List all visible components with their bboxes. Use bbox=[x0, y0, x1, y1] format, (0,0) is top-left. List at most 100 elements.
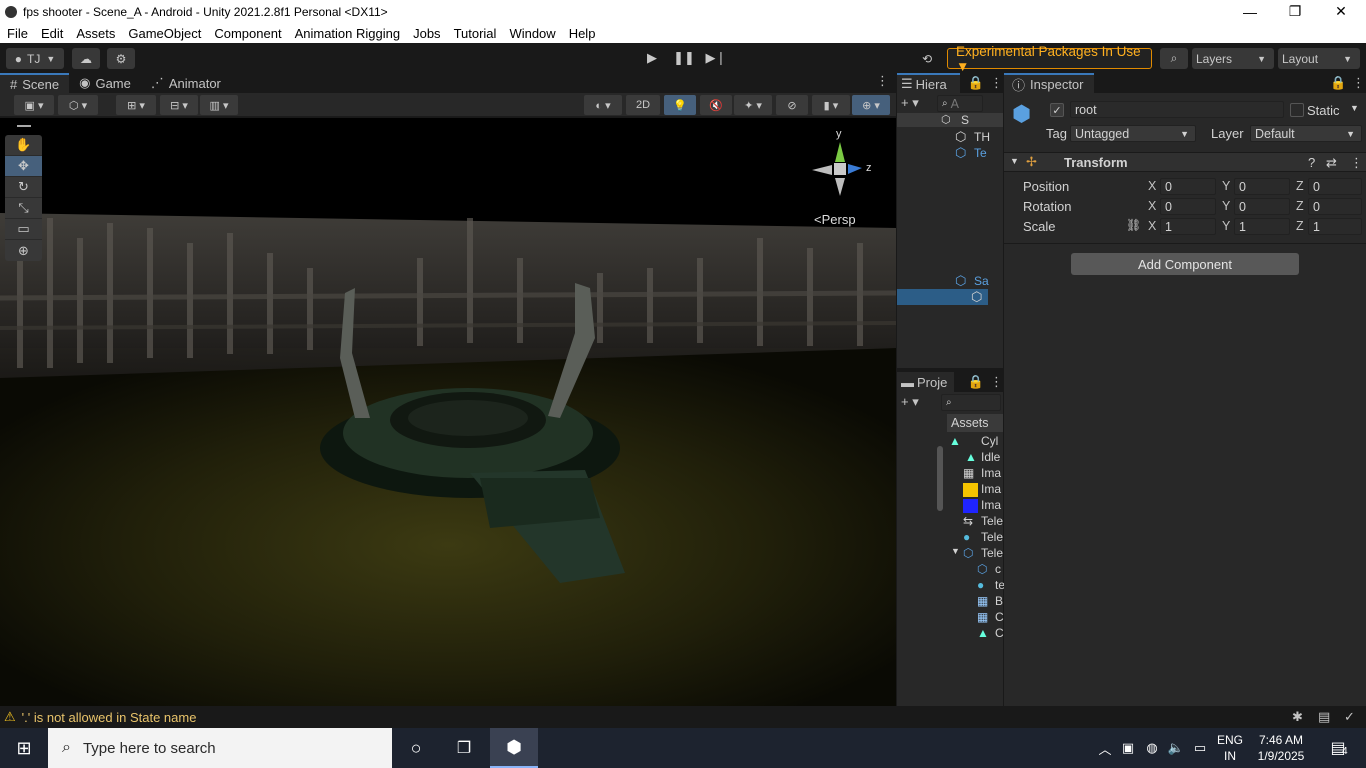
lock-icon[interactable]: 🔒 bbox=[968, 75, 984, 91]
add-component-button[interactable]: Add Component bbox=[1071, 253, 1299, 275]
list-item[interactable]: ▦ Ima bbox=[947, 466, 1003, 482]
menu-window[interactable]: Window bbox=[502, 26, 561, 41]
gizmos-dropdown[interactable]: ⊕ ▾ bbox=[852, 95, 890, 115]
scale-x-field[interactable]: 1 bbox=[1160, 218, 1216, 235]
list-item[interactable]: ▦ C bbox=[947, 610, 1004, 626]
rotate-tool-button[interactable]: ↻ bbox=[5, 177, 42, 198]
progress-check-icon[interactable]: ✓ bbox=[1344, 709, 1355, 725]
battery-button[interactable]: ▭ bbox=[1190, 728, 1210, 768]
list-item[interactable]: ▲ Cyl bbox=[947, 434, 1003, 450]
position-y-field[interactable]: 0 bbox=[1234, 178, 1290, 195]
lock-icon[interactable]: 🔒 bbox=[968, 374, 984, 390]
list-item[interactable]: ⬡ S bbox=[897, 113, 1003, 127]
audio-toggle[interactable]: 🔇 bbox=[700, 95, 732, 115]
volume-button[interactable]: 🔈 bbox=[1166, 728, 1186, 768]
tray-overflow-button[interactable]: ︿ bbox=[1096, 728, 1114, 768]
link-icon[interactable]: ⛓ bbox=[1126, 218, 1141, 232]
hand-tool-button[interactable]: ✋ bbox=[5, 135, 42, 156]
menu-file[interactable]: File bbox=[0, 26, 34, 41]
preset-icon[interactable]: ⇄ bbox=[1326, 155, 1337, 171]
list-item[interactable]: ⬡ TH bbox=[897, 129, 1003, 145]
tab-inspector[interactable]: ⓘ Inspector bbox=[1004, 73, 1094, 93]
scale-y-field[interactable]: 1 bbox=[1234, 218, 1290, 235]
menu-jobs[interactable]: Jobs bbox=[406, 26, 446, 41]
position-z-field[interactable]: 0 bbox=[1308, 178, 1362, 195]
project-scrollbar[interactable] bbox=[936, 416, 944, 701]
draw-mode-dropdown[interactable]: ⬡ ▾ bbox=[58, 95, 98, 115]
tab-game[interactable]: ◉ Game bbox=[69, 73, 141, 93]
tag-dropdown[interactable]: Untagged ▼ bbox=[1070, 125, 1196, 142]
create-asset-button[interactable]: + ▾ bbox=[901, 394, 919, 410]
static-checkbox[interactable] bbox=[1290, 103, 1304, 117]
step-button[interactable]: ▶❘ bbox=[700, 47, 732, 69]
scene-viewport[interactable]: y z <Persp bbox=[0, 118, 896, 706]
scale-tool-button[interactable]: ⤡ bbox=[5, 198, 42, 219]
list-item[interactable]: ⬡ Te bbox=[897, 145, 1003, 161]
list-item[interactable]: ⬡ c bbox=[947, 562, 1003, 578]
list-item[interactable]: ▲ C bbox=[947, 626, 1004, 642]
menu-component[interactable]: Component bbox=[207, 26, 287, 41]
cache-icon[interactable]: ▤ bbox=[1318, 709, 1330, 725]
kebab-menu-icon[interactable]: ⋮ bbox=[1350, 155, 1363, 171]
close-button[interactable]: ✕ bbox=[1318, 0, 1364, 23]
axis-gizmo[interactable]: y z bbox=[808, 128, 872, 198]
scale-z-field[interactable]: 1 bbox=[1308, 218, 1362, 235]
search-button[interactable]: ⌕ bbox=[1160, 48, 1188, 69]
move-tool-button[interactable]: ✥ bbox=[5, 156, 42, 177]
lighting-toggle[interactable]: 💡 bbox=[664, 95, 696, 115]
account-dropdown[interactable]: ● TJ ▼ bbox=[6, 48, 64, 69]
help-icon[interactable]: ? bbox=[1308, 155, 1315, 170]
taskbar-search[interactable]: ⌕ Type here to search bbox=[48, 728, 392, 768]
list-item-selected[interactable]: ⬡ bbox=[897, 289, 988, 305]
cortana-button[interactable]: ○ bbox=[398, 728, 434, 768]
list-item[interactable]: ▲ Idle bbox=[947, 450, 1003, 466]
bug-icon[interactable]: ✱ bbox=[1292, 709, 1303, 725]
experimental-packages-dropdown[interactable]: Experimental Packages In Use ▼ bbox=[947, 44, 1152, 74]
perspective-toggle[interactable]: <Persp bbox=[814, 212, 856, 227]
list-item[interactable]: ▦ B bbox=[947, 594, 1003, 610]
status-message[interactable]: '.' is not allowed in State name bbox=[22, 710, 197, 725]
cloud-button[interactable]: ☁ bbox=[72, 48, 100, 69]
list-item[interactable]: ● Tele bbox=[947, 530, 1003, 546]
render-mode-dropdown[interactable]: ◐ ▾ bbox=[584, 95, 622, 115]
object-name-field[interactable]: root bbox=[1070, 101, 1284, 118]
menu-tutorial[interactable]: Tutorial bbox=[447, 26, 503, 41]
kebab-menu-icon[interactable]: ⋮ bbox=[990, 374, 1003, 390]
layout-dropdown[interactable]: Layout ▼ bbox=[1278, 48, 1360, 69]
unity-taskbar-button[interactable]: ⬢ bbox=[490, 728, 538, 768]
transform-tool-button[interactable]: ⊕ bbox=[5, 240, 42, 261]
chevron-down-icon[interactable]: ▼ bbox=[1350, 103, 1359, 113]
grid-snap-dropdown[interactable]: ⊞ ▾ bbox=[116, 95, 156, 115]
project-search-input[interactable]: ⌕ bbox=[941, 394, 1001, 411]
list-item[interactable]: ⬡ Sa bbox=[897, 273, 1003, 289]
tools-drag-handle[interactable] bbox=[17, 125, 31, 127]
effects-dropdown[interactable]: ✦ ▾ bbox=[734, 95, 772, 115]
menu-assets[interactable]: Assets bbox=[69, 26, 121, 41]
snap-increment-dropdown[interactable]: ⊟ ▾ bbox=[160, 95, 198, 115]
shading-mode-dropdown[interactable]: ▣ ▾ bbox=[14, 95, 54, 115]
hidden-objects-toggle[interactable]: ⊘ bbox=[776, 95, 808, 115]
rect-tool-button[interactable]: ▭ bbox=[5, 219, 42, 240]
menu-animation-rigging[interactable]: Animation Rigging bbox=[288, 26, 407, 41]
list-item[interactable]: Ima bbox=[947, 482, 1003, 498]
play-button[interactable]: ▶ bbox=[636, 47, 668, 69]
history-button[interactable]: ⟲ bbox=[914, 48, 940, 69]
notifications-button[interactable]: ▤ 4 bbox=[1320, 728, 1356, 768]
layer-dropdown[interactable]: Default ▼ bbox=[1250, 125, 1362, 142]
tray-app-icon[interactable]: ▣ bbox=[1118, 728, 1138, 768]
list-item[interactable]: ⇆ Tele bbox=[947, 514, 1003, 530]
menu-edit[interactable]: Edit bbox=[34, 26, 69, 41]
language-button[interactable]: ENG IN bbox=[1212, 728, 1248, 768]
toggle-2d-button[interactable]: 2D bbox=[626, 95, 660, 115]
list-item[interactable]: Ima bbox=[947, 498, 1003, 514]
maximize-button[interactable]: ❐ bbox=[1272, 0, 1318, 23]
collab-button[interactable]: ⚙ bbox=[107, 48, 135, 69]
menu-gameobject[interactable]: GameObject bbox=[121, 26, 207, 41]
tab-scene[interactable]: # Scene bbox=[0, 73, 70, 93]
menu-help[interactable]: Help bbox=[562, 26, 602, 41]
transform-component-header[interactable]: ▼ ✢ Transform ? ⇄ ⋮ bbox=[1004, 152, 1366, 172]
scrollbar-thumb[interactable] bbox=[937, 446, 943, 511]
start-button[interactable]: ⊞ bbox=[0, 728, 48, 768]
tab-hierarchy[interactable]: ☰ Hiera bbox=[897, 73, 960, 93]
tab-project[interactable]: ▬ Proje bbox=[897, 372, 954, 392]
